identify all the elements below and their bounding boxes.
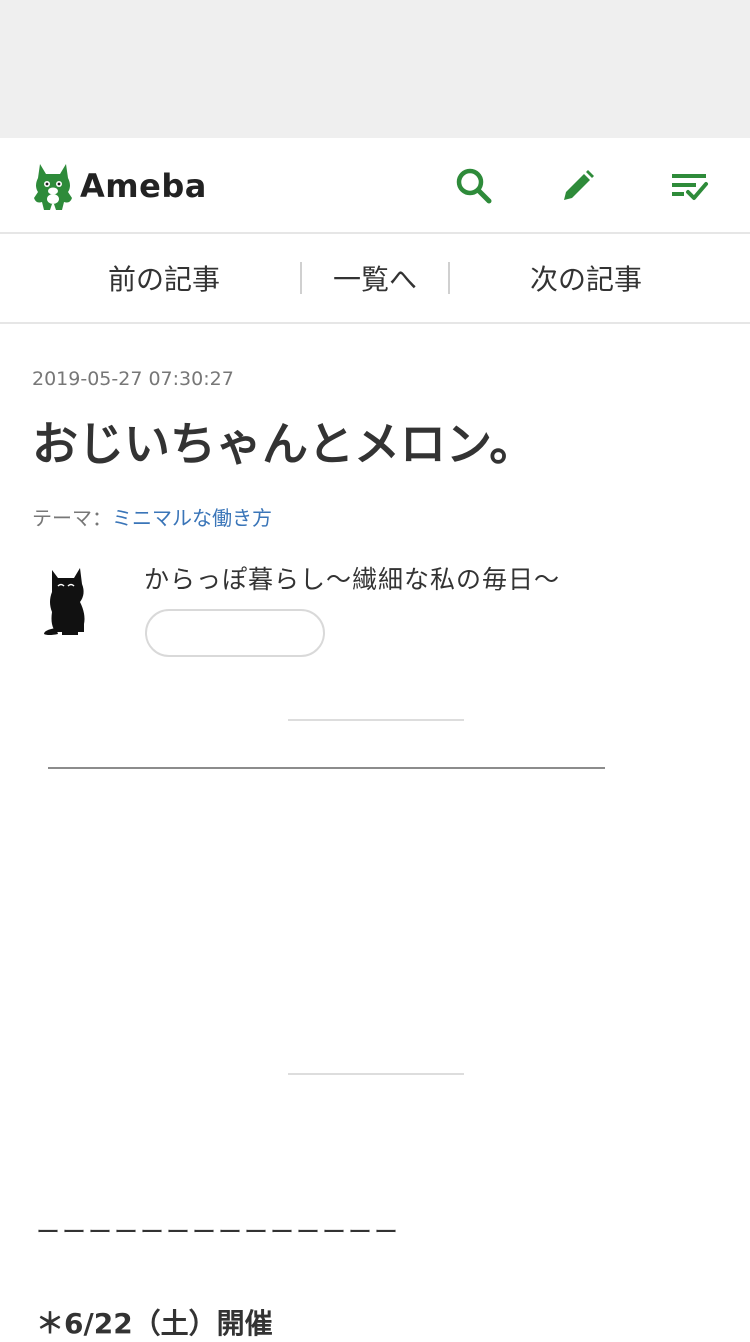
- black-cat-avatar-icon: [44, 568, 85, 635]
- search-icon: [456, 168, 492, 204]
- article-list-link[interactable]: 一覧へ: [302, 234, 448, 322]
- app-header: Ameba: [0, 138, 750, 234]
- article-nav: 前の記事 一覧へ 次の記事: [0, 234, 750, 324]
- dash-separator: ーーーーーーーーーーーーーー: [36, 1218, 400, 1246]
- theme-label: テーマ：: [32, 506, 112, 530]
- ameba-mascot-icon: [34, 164, 72, 210]
- post-title: おじいちゃんとメロン。: [32, 417, 536, 471]
- next-article-link[interactable]: 次の記事: [482, 234, 690, 322]
- search-button[interactable]: [454, 166, 494, 206]
- post-date: 2019-05-27 07:30:27: [32, 368, 234, 390]
- blog-name[interactable]: からっぽ暮らし〜繊細な私の毎日〜: [144, 560, 560, 596]
- event-heading: ＊6/22（土）開催: [36, 1307, 273, 1340]
- post-theme: テーマ：ミニマルな働き方: [32, 502, 272, 531]
- logo-text: Ameba: [80, 167, 207, 205]
- blog-avatar[interactable]: [36, 562, 106, 642]
- nav-divider: [448, 262, 450, 294]
- write-post-button[interactable]: [558, 166, 598, 206]
- pencil-icon: [564, 170, 594, 200]
- divider: [288, 719, 464, 721]
- list-check-icon: [672, 174, 708, 200]
- follow-button[interactable]: [145, 609, 325, 657]
- status-area: [0, 0, 750, 138]
- theme-link[interactable]: ミニマルな働き方: [112, 506, 272, 530]
- feed-button[interactable]: [670, 166, 710, 206]
- ameba-logo[interactable]: Ameba: [32, 160, 207, 212]
- divider: [48, 767, 605, 769]
- prev-article-link[interactable]: 前の記事: [60, 234, 268, 322]
- divider: [288, 1073, 464, 1075]
